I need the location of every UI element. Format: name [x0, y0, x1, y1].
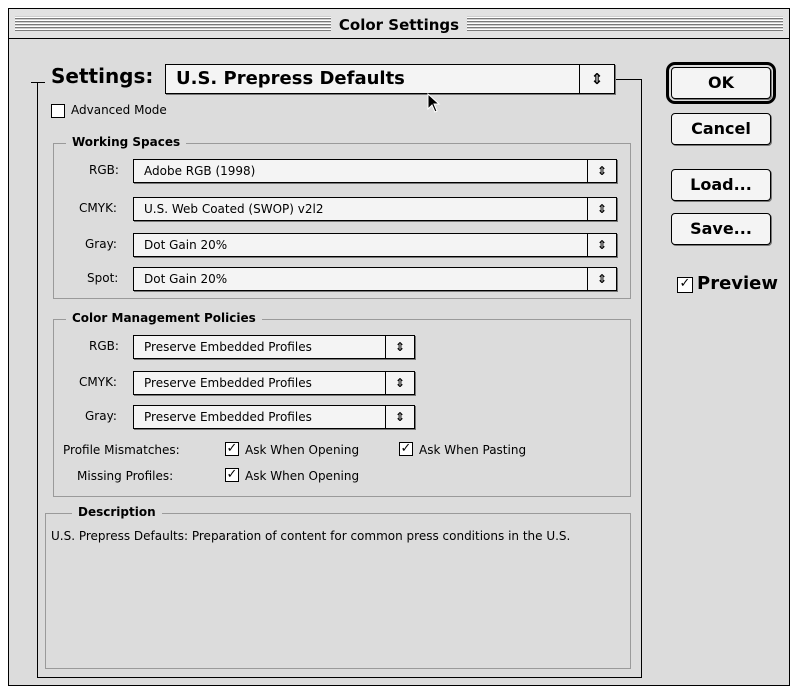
window-title-wrap: Color Settings: [9, 15, 789, 34]
advanced-mode-label: Advanced Mode: [71, 103, 167, 117]
window-title: Color Settings: [330, 16, 468, 34]
ok-button[interactable]: OK: [666, 62, 776, 104]
ws-rgb-value: Adobe RGB (1998): [144, 164, 256, 178]
settings-popup[interactable]: U.S. Prepress Defaults ⇕: [165, 64, 615, 94]
popup-arrows-icon: ⇕: [385, 372, 414, 394]
settings-bracket-top: [615, 79, 641, 80]
popup-arrows-icon: ⇕: [587, 268, 616, 290]
ws-rgb-label: RGB:: [89, 163, 119, 177]
cmp-cmyk-popup[interactable]: Preserve Embedded Profiles ⇕: [133, 371, 415, 395]
ws-rgb-popup[interactable]: Adobe RGB (1998) ⇕: [133, 159, 617, 183]
missing-ask-when-opening-checkbox[interactable]: ✓: [225, 468, 239, 482]
ws-cmyk-label: CMYK:: [79, 201, 117, 215]
ask-when-pasting-checkbox[interactable]: ✓: [399, 442, 413, 456]
settings-bracket-bottom: [37, 677, 642, 678]
ws-cmyk-value: U.S. Web Coated (SWOP) v2l2: [144, 202, 324, 216]
popup-arrows-icon: ⇕: [385, 406, 414, 428]
cmp-rgb-label: RGB:: [89, 339, 119, 353]
cmp-cmyk-value: Preserve Embedded Profiles: [144, 376, 312, 390]
popup-arrows-icon: ⇕: [587, 234, 616, 256]
ws-gray-popup[interactable]: Dot Gain 20% ⇕: [133, 233, 617, 257]
cmp-gray-popup[interactable]: Preserve Embedded Profiles ⇕: [133, 405, 415, 429]
cmp-rgb-value: Preserve Embedded Profiles: [144, 340, 312, 354]
ws-spot-value: Dot Gain 20%: [144, 272, 228, 286]
popup-arrows-icon: ⇕: [587, 198, 616, 220]
preview-label: Preview: [697, 273, 779, 294]
description-title: Description: [72, 505, 162, 519]
ask-when-opening-label: Ask When Opening: [245, 443, 360, 457]
load-button[interactable]: Load...: [671, 169, 771, 201]
mouse-pointer-icon: [427, 92, 441, 117]
profile-mismatches-label: Profile Mismatches:: [63, 443, 180, 457]
settings-bracket-left: [37, 83, 38, 677]
preview-checkbox[interactable]: ✓: [677, 277, 693, 293]
ask-when-opening-checkbox[interactable]: ✓: [225, 442, 239, 456]
popup-arrows-icon: ⇕: [579, 65, 614, 93]
missing-ask-when-opening-label: Ask When Opening: [245, 469, 360, 483]
save-button[interactable]: Save...: [671, 213, 771, 245]
advanced-mode-checkbox[interactable]: [51, 104, 65, 118]
ws-spot-label: Spot:: [87, 271, 119, 285]
ws-cmyk-popup[interactable]: U.S. Web Coated (SWOP) v2l2 ⇕: [133, 197, 617, 221]
settings-popup-value: U.S. Prepress Defaults: [176, 68, 405, 89]
cmp-gray-value: Preserve Embedded Profiles: [144, 410, 312, 424]
description-text: U.S. Prepress Defaults: Preparation of c…: [51, 529, 571, 543]
cancel-button[interactable]: Cancel: [671, 113, 771, 145]
ws-gray-label: Gray:: [85, 237, 117, 251]
cmp-gray-label: Gray:: [85, 409, 117, 423]
settings-label: Settings:: [51, 64, 154, 88]
settings-bracket-right: [641, 79, 642, 677]
policies-title: Color Management Policies: [66, 311, 262, 325]
popup-arrows-icon: ⇕: [385, 336, 414, 358]
cmp-rgb-popup[interactable]: Preserve Embedded Profiles ⇕: [133, 335, 415, 359]
ws-spot-popup[interactable]: Dot Gain 20% ⇕: [133, 267, 617, 291]
color-settings-dialog: Color Settings Settings: U.S. Prepress D…: [8, 8, 790, 686]
ws-gray-value: Dot Gain 20%: [144, 238, 228, 252]
settings-leader-line: [31, 82, 45, 83]
cmp-cmyk-label: CMYK:: [79, 375, 117, 389]
working-spaces-title: Working Spaces: [66, 135, 187, 149]
title-bar[interactable]: Color Settings: [9, 9, 789, 39]
missing-profiles-label: Missing Profiles:: [77, 469, 174, 483]
ask-when-pasting-label: Ask When Pasting: [419, 443, 527, 457]
popup-arrows-icon: ⇕: [587, 160, 616, 182]
